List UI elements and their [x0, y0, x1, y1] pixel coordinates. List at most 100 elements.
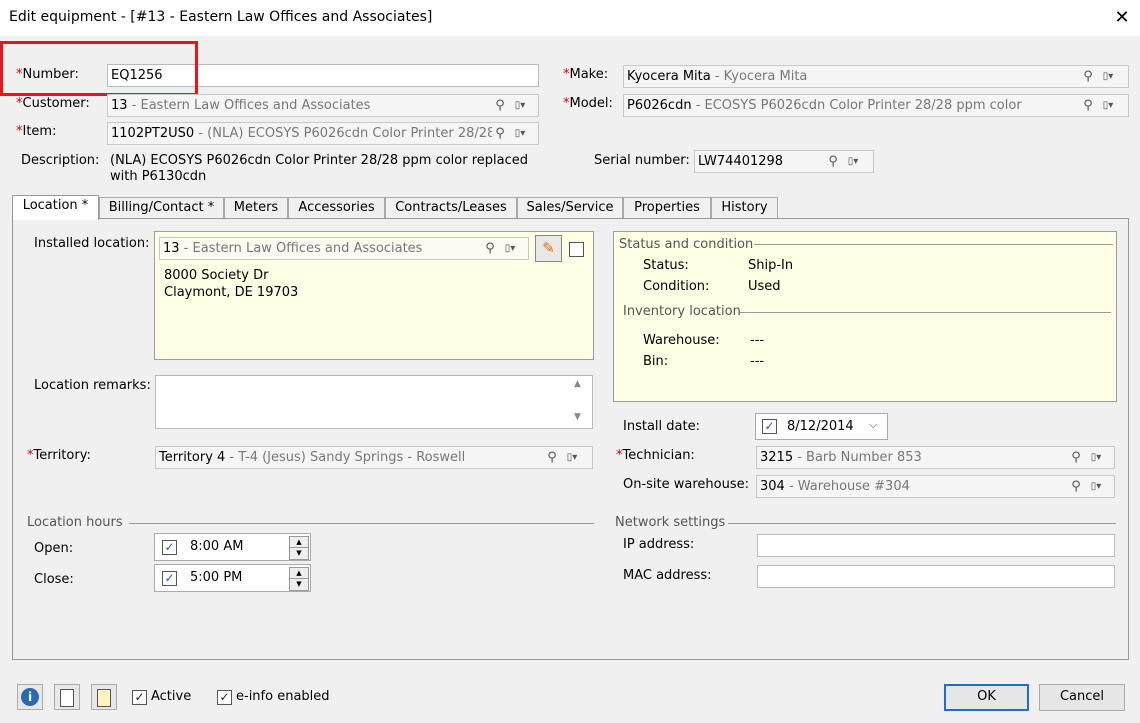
- dropdown-menu-icon[interactable]: ▯▾: [508, 95, 532, 116]
- magnifier-icon[interactable]: ⚲: [492, 123, 508, 144]
- open-time-picker[interactable]: ✓ 8:00 AM ▲ ▼: [154, 533, 311, 561]
- status-value: Ship-In: [748, 258, 794, 273]
- ip-address-label: IP address:: [623, 537, 695, 552]
- chevron-down-icon[interactable]: ⌵: [869, 418, 877, 432]
- einfo-label: e-info enabled: [236, 689, 330, 704]
- magnifier-icon[interactable]: ⚲: [482, 238, 498, 259]
- spin-down-icon[interactable]: ▼: [289, 578, 309, 591]
- dropdown-menu-icon[interactable]: ▯▾: [560, 447, 584, 468]
- onsite-warehouse-field[interactable]: 304 - Warehouse #304 ⚲ ▯▾: [756, 475, 1115, 498]
- tab-location[interactable]: Location *: [12, 195, 99, 220]
- location-remarks-input[interactable]: ▲ ▼: [155, 375, 593, 429]
- tab-meters[interactable]: Meters: [224, 197, 288, 218]
- tab-sales-service[interactable]: Sales/Service: [517, 197, 623, 218]
- condition-label: Condition:: [643, 279, 710, 294]
- magnifier-icon[interactable]: ⚲: [1068, 476, 1084, 497]
- item-field[interactable]: 1102PT2US0 - (NLA) ECOSYS P6026cdn Color…: [107, 122, 539, 145]
- territory-label: *Territory:: [27, 448, 91, 463]
- dropdown-menu-icon[interactable]: ▯▾: [1084, 447, 1108, 468]
- notes-button[interactable]: [54, 684, 80, 710]
- magnifier-icon[interactable]: ⚲: [1068, 447, 1084, 468]
- installed-location-label: Installed location:: [34, 236, 150, 251]
- tab-properties[interactable]: Properties: [623, 197, 711, 218]
- status-condition-header: Status and condition: [619, 237, 754, 252]
- close-checkbox[interactable]: ✓: [162, 571, 177, 586]
- make-label: *Make:: [563, 67, 609, 82]
- magnifier-icon[interactable]: ⚲: [825, 151, 841, 172]
- inventory-divider: [738, 312, 1111, 313]
- warehouse-value: ---: [750, 333, 765, 348]
- make-field[interactable]: Kyocera Mita - Kyocera Mita ⚲ ▯▾: [623, 65, 1129, 88]
- attachments-button[interactable]: [91, 684, 117, 710]
- info-button[interactable]: i: [17, 684, 43, 710]
- dropdown-menu-icon[interactable]: ▯▾: [498, 238, 522, 259]
- tab-accessories[interactable]: Accessories: [288, 197, 385, 218]
- install-date-value: 8/12/2014: [787, 419, 854, 434]
- magnifier-icon[interactable]: ⚲: [1080, 95, 1096, 116]
- window-title: Edit equipment - [#13 - Eastern Law Offi…: [9, 9, 433, 25]
- open-label: Open:: [34, 541, 74, 556]
- scroll-up-icon[interactable]: ▲: [574, 377, 581, 391]
- magnifier-icon[interactable]: ⚲: [1080, 66, 1096, 87]
- customer-field[interactable]: 13 - Eastern Law Offices and Associates …: [107, 94, 539, 117]
- close-label: Close:: [34, 572, 74, 587]
- number-input[interactable]: EQ1256: [107, 64, 539, 87]
- dropdown-menu-icon[interactable]: ▯▾: [841, 151, 865, 172]
- technician-field[interactable]: 3215 - Barb Number 853 ⚲ ▯▾: [756, 446, 1115, 469]
- location-hours-header: Location hours: [27, 515, 123, 530]
- description-label: Description:: [21, 153, 100, 168]
- customer-label: *Customer:: [16, 96, 90, 111]
- ok-button[interactable]: OK: [944, 684, 1029, 711]
- close-icon[interactable]: ✕: [1108, 4, 1136, 32]
- installed-location-checkbox[interactable]: [569, 242, 584, 257]
- network-divider: [728, 523, 1116, 524]
- bin-value: ---: [750, 354, 765, 369]
- pencil-icon[interactable]: ✎: [535, 235, 562, 262]
- tab-billing-contact[interactable]: Billing/Contact *: [99, 197, 224, 218]
- installed-location-field[interactable]: 13 - Eastern Law Offices and Associates …: [159, 237, 529, 260]
- bin-label: Bin:: [643, 354, 669, 369]
- mac-address-input[interactable]: [757, 565, 1115, 588]
- spin-down-icon[interactable]: ▼: [289, 547, 309, 560]
- network-settings-header: Network settings: [615, 515, 726, 530]
- magnifier-icon[interactable]: ⚲: [492, 95, 508, 116]
- tab-contracts-leases[interactable]: Contracts/Leases: [385, 197, 517, 218]
- number-label: *Number:: [16, 67, 79, 82]
- mac-address-label: MAC address:: [623, 568, 712, 583]
- onsite-warehouse-label: On-site warehouse:: [623, 477, 750, 492]
- warehouse-label: Warehouse:: [643, 333, 720, 348]
- copy-document-icon: [97, 689, 111, 707]
- dropdown-menu-icon[interactable]: ▯▾: [508, 123, 532, 144]
- document-icon: [60, 689, 74, 707]
- location-hours-divider: [129, 523, 594, 524]
- install-date-label: Install date:: [623, 419, 700, 434]
- description-value: (NLA) ECOSYS P6026cdn Color Printer 28/2…: [110, 153, 529, 184]
- serial-field[interactable]: LW74401298 ⚲ ▯▾: [694, 150, 874, 173]
- address-line2: Claymont, DE 19703: [164, 285, 299, 300]
- inventory-location-header: Inventory location: [623, 304, 741, 319]
- open-time-value: 8:00 AM: [190, 539, 244, 554]
- close-time-picker[interactable]: ✓ 5:00 PM ▲ ▼: [154, 564, 311, 592]
- dropdown-menu-icon[interactable]: ▯▾: [1096, 66, 1120, 87]
- install-date-picker[interactable]: ✓ 8/12/2014 ⌵: [755, 413, 888, 440]
- einfo-checkbox[interactable]: ✓: [217, 690, 232, 705]
- model-label: *Model:: [563, 96, 613, 111]
- active-label: Active: [151, 689, 192, 704]
- ip-address-input[interactable]: [757, 534, 1115, 557]
- status-label: Status:: [643, 258, 689, 273]
- condition-value: Used: [748, 279, 781, 294]
- tab-history[interactable]: History: [711, 197, 778, 218]
- magnifier-icon[interactable]: ⚲: [544, 447, 560, 468]
- model-field[interactable]: P6026cdn - ECOSYS P6026cdn Color Printer…: [623, 94, 1129, 117]
- dropdown-menu-icon[interactable]: ▯▾: [1096, 95, 1120, 116]
- open-checkbox[interactable]: ✓: [162, 540, 177, 555]
- install-date-checkbox[interactable]: ✓: [762, 419, 777, 434]
- territory-field[interactable]: Territory 4 - T-4 (Jesus) Sandy Springs …: [155, 446, 593, 469]
- active-checkbox[interactable]: ✓: [132, 690, 147, 705]
- item-label: *Item:: [16, 124, 57, 139]
- address-line1: 8000 Society Dr: [164, 268, 269, 283]
- serial-label: Serial number:: [594, 153, 690, 168]
- scroll-down-icon[interactable]: ▼: [574, 410, 581, 424]
- dropdown-menu-icon[interactable]: ▯▾: [1084, 476, 1108, 497]
- cancel-button[interactable]: Cancel: [1039, 684, 1125, 711]
